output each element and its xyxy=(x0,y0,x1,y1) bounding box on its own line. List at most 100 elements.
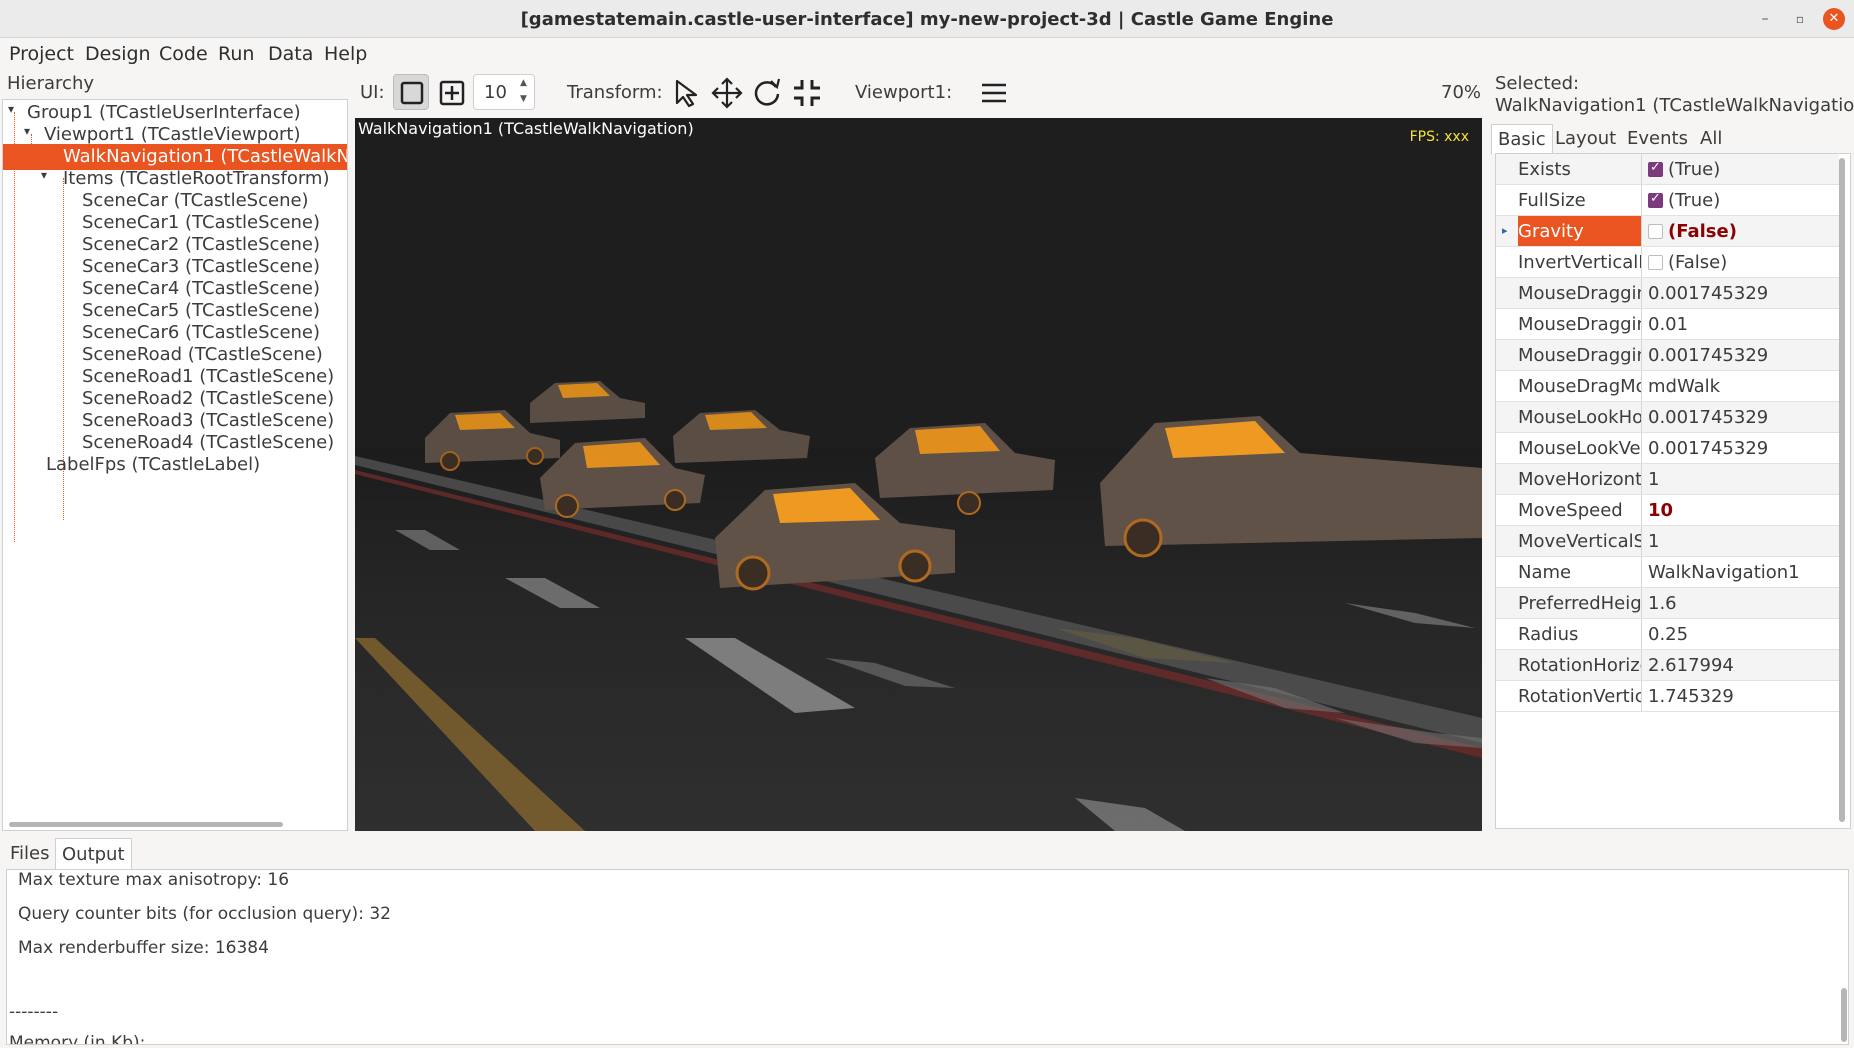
tree-item-labelfps[interactable]: LabelFps (TCastleLabel) xyxy=(3,452,347,478)
property-checkbox[interactable] xyxy=(1648,191,1663,208)
property-grid-scrollbar[interactable] xyxy=(1839,158,1845,822)
tree-item-label: SceneRoad4 (TCastleScene) xyxy=(82,432,335,453)
property-value[interactable]: mdWalk xyxy=(1648,376,1720,397)
tab-files[interactable]: Files xyxy=(4,838,56,870)
property-name: MouseLookVerticalSensitivity xyxy=(1518,433,1642,463)
property-value[interactable]: 1.745329 xyxy=(1648,686,1734,707)
property-row[interactable]: ▸ Gravity (False) xyxy=(1496,216,1839,247)
output-scrollbar[interactable] xyxy=(1841,988,1847,1042)
property-value[interactable]: (True) xyxy=(1668,190,1720,211)
menu-project[interactable]: Project xyxy=(9,43,74,65)
property-row[interactable]: PreferredHeight 1.6 xyxy=(1496,588,1839,619)
property-name: Exists xyxy=(1518,154,1642,184)
minimize-icon[interactable]: – xyxy=(1754,8,1776,30)
hierarchy-tree[interactable]: ▾ Group1 (TCastleUserInterface) ▾ Viewpo… xyxy=(2,99,348,831)
property-value[interactable]: 0.01 xyxy=(1648,314,1688,335)
hierarchy-horizontal-scrollbar[interactable] xyxy=(9,822,283,827)
property-value[interactable]: 10 xyxy=(1648,500,1673,521)
property-row[interactable]: MouseDraggingVerticalRotationSpeed 0.0017… xyxy=(1496,340,1839,371)
tab-basic[interactable]: Basic xyxy=(1491,124,1553,154)
property-row[interactable]: MoveVerticalSpeed 1 xyxy=(1496,526,1839,557)
expand-arrow-icon[interactable]: ▾ xyxy=(24,124,30,138)
tree-item-label: SceneRoad3 (TCastleScene) xyxy=(82,410,335,431)
add-component-button[interactable] xyxy=(433,74,469,110)
window-title: [gamestatemain.castle-user-interface] my… xyxy=(520,9,1334,30)
property-row[interactable]: MoveSpeed 10 xyxy=(1496,495,1839,526)
property-row[interactable]: MoveHorizontalSpeed 1 xyxy=(1496,464,1839,495)
translate-button[interactable] xyxy=(708,74,744,110)
property-value[interactable]: (True) xyxy=(1668,159,1720,180)
property-value[interactable]: 1 xyxy=(1648,531,1659,552)
spin-up-icon[interactable]: ▲ xyxy=(520,78,527,88)
property-value[interactable]: 0.001745329 xyxy=(1648,345,1768,366)
property-row[interactable]: MouseLookVerticalSensitivity 0.001745329 xyxy=(1496,433,1839,464)
expand-arrow-icon[interactable]: ▾ xyxy=(41,168,47,182)
expand-arrow-icon[interactable]: ▾ xyxy=(8,102,14,116)
tab-events[interactable]: Events xyxy=(1621,124,1694,154)
property-value[interactable]: 2.617994 xyxy=(1648,655,1734,676)
property-checkbox[interactable] xyxy=(1648,224,1663,239)
hierarchy-label: Hierarchy xyxy=(7,73,95,94)
property-value[interactable]: (False) xyxy=(1668,221,1737,242)
property-row[interactable]: MouseDraggingHorizontalRotationSpeed 0.00… xyxy=(1496,278,1839,309)
property-value[interactable]: 0.001745329 xyxy=(1648,283,1768,304)
property-name: MouseLookHorizontalSensitivity xyxy=(1518,402,1642,432)
property-name: Name xyxy=(1518,557,1642,587)
move-arrows-icon xyxy=(711,77,743,109)
property-value[interactable]: 1.6 xyxy=(1648,593,1677,614)
property-row[interactable]: MouseDraggingMoveSpeed 0.01 xyxy=(1496,309,1839,340)
property-row[interactable]: Name WalkNavigation1 xyxy=(1496,557,1839,588)
spin-down-icon[interactable]: ▼ xyxy=(520,94,527,104)
select-mode-button[interactable] xyxy=(393,74,429,110)
property-name: MouseDraggingVerticalRotationSpeed xyxy=(1518,340,1642,370)
property-value[interactable]: 0.001745329 xyxy=(1648,438,1768,459)
maximize-icon[interactable]: ▫ xyxy=(1789,8,1811,30)
property-row[interactable]: RotationHorizontalSpeed 2.617994 xyxy=(1496,650,1839,681)
close-icon[interactable]: ✕ xyxy=(1823,8,1845,30)
rotate-icon xyxy=(754,78,781,106)
menu-design[interactable]: Design xyxy=(85,43,151,65)
rotate-button[interactable] xyxy=(748,74,784,110)
hamburger-menu-icon xyxy=(982,83,1006,103)
property-name: MoveHorizontalSpeed xyxy=(1518,464,1642,494)
property-row[interactable]: InvertVerticalMouseLook (False) xyxy=(1496,247,1839,278)
viewport-menu-button[interactable] xyxy=(975,74,1011,110)
tree-item-label: SceneCar5 (TCastleScene) xyxy=(82,300,321,321)
design-toolbar: UI: 10 ▲ ▼ Transform: Viewport1: 70% xyxy=(355,70,1485,114)
tab-layout[interactable]: Layout xyxy=(1549,124,1622,154)
scale-button[interactable] xyxy=(788,74,824,110)
property-value[interactable]: 1 xyxy=(1648,469,1659,490)
tab-output[interactable]: Output xyxy=(55,838,132,870)
menu-run[interactable]: Run xyxy=(218,43,254,65)
property-value[interactable]: WalkNavigation1 xyxy=(1648,562,1800,583)
output-line: Max texture max anisotropy: 16 xyxy=(18,870,290,890)
tree-item-label: SceneCar2 (TCastleScene) xyxy=(82,234,321,255)
snap-value[interactable]: 10 xyxy=(484,82,507,103)
square-icon xyxy=(400,81,424,105)
ui-label: UI: xyxy=(360,82,385,103)
property-row[interactable]: MouseDragMode mdWalk xyxy=(1496,371,1839,402)
tab-all[interactable]: All xyxy=(1694,124,1728,154)
select-transform-button[interactable] xyxy=(668,74,704,110)
output-log[interactable]: Max texture max anisotropy: 16 Query cou… xyxy=(6,869,1849,1045)
property-row[interactable]: Radius 0.25 xyxy=(1496,619,1839,650)
viewport-3d[interactable]: WalkNavigation1 (TCastleWalkNavigation) … xyxy=(355,118,1482,831)
menu-code[interactable]: Code xyxy=(159,43,208,65)
property-row[interactable]: RotationVerticalSpeed 1.745329 xyxy=(1496,681,1839,712)
menu-data[interactable]: Data xyxy=(268,43,313,65)
property-name: Gravity xyxy=(1518,216,1642,246)
property-row[interactable]: MouseLookHorizontalSensitivity 0.00174532… xyxy=(1496,402,1839,433)
property-value[interactable]: (False) xyxy=(1668,252,1727,273)
menu-help[interactable]: Help xyxy=(324,43,367,65)
property-row[interactable]: Exists (True) xyxy=(1496,154,1839,185)
property-name: Radius xyxy=(1518,619,1642,649)
property-checkbox[interactable] xyxy=(1648,160,1663,177)
property-grid[interactable]: Exists (True) FullSize (True) ▸ Gravity (False… xyxy=(1495,153,1851,829)
property-value[interactable]: 0.25 xyxy=(1648,624,1688,645)
snap-spinbox[interactable]: 10 ▲ ▼ xyxy=(473,74,535,110)
property-row[interactable]: FullSize (True) xyxy=(1496,185,1839,216)
property-checkbox[interactable] xyxy=(1648,255,1663,270)
property-value[interactable]: 0.001745329 xyxy=(1648,407,1768,428)
tree-item-label: SceneCar (TCastleScene) xyxy=(82,190,309,211)
tree-item-label: Group1 (TCastleUserInterface) xyxy=(27,102,301,123)
